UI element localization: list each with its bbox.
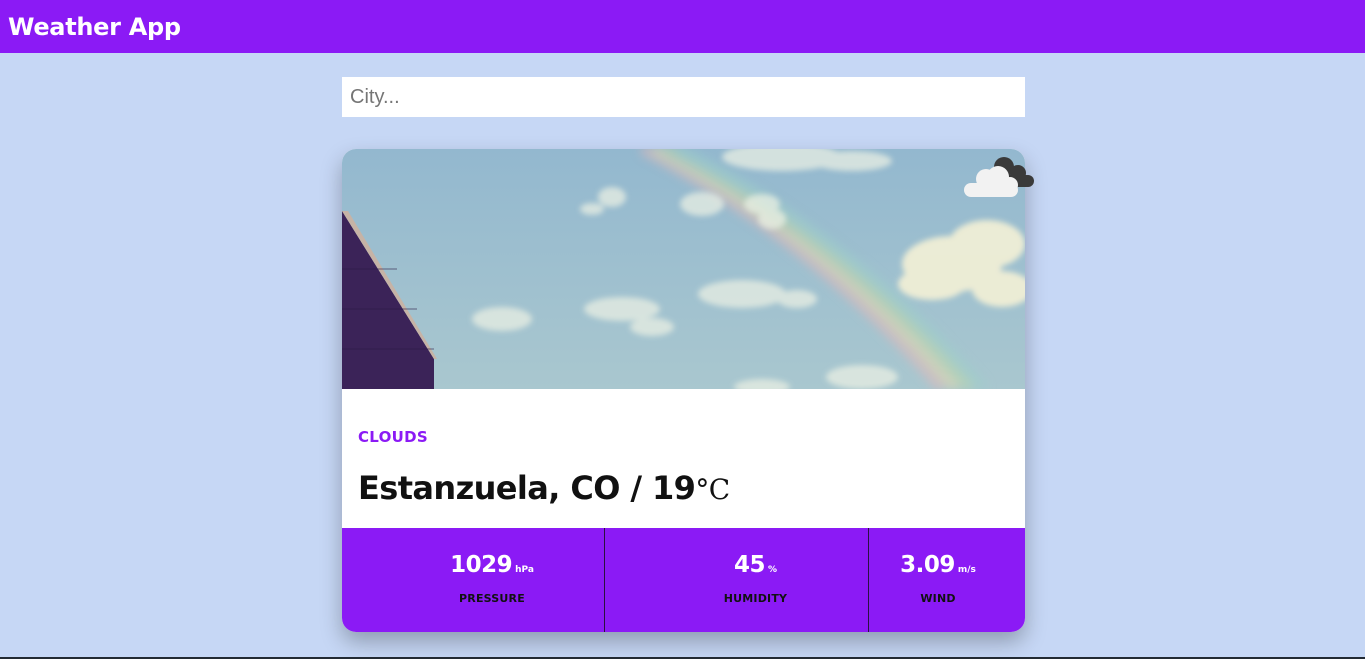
stat-wind: 3.09 m/s WIND [869,528,1025,632]
temperature-value: 19 [652,469,696,507]
pressure-label: PRESSURE [459,592,525,605]
stat-humidity: 45 % HUMIDITY [605,528,869,632]
separator: / [619,469,653,507]
pressure-value: 1029 [450,552,513,578]
wind-label: WIND [920,592,956,605]
temperature-unit: °C [695,473,730,506]
city-search-input[interactable] [342,77,1025,117]
weather-card: CLOUDS Estanzuela, CO / 19°C 1029 hPa PR… [342,149,1034,632]
app-title: Weather App [8,12,181,41]
location-temperature: Estanzuela, CO / 19°C [358,469,730,507]
pressure-unit: hPa [515,565,534,575]
clouds-icon [964,157,1034,197]
top-bar: Weather App [0,0,1365,53]
weather-info: CLOUDS Estanzuela, CO / 19°C [342,389,1025,528]
weather-condition: CLOUDS [358,428,429,446]
humidity-unit: % [767,565,778,575]
stat-pressure: 1029 hPa PRESSURE [342,528,605,632]
humidity-label: HUMIDITY [723,592,788,605]
wind-unit: m/s [957,565,976,575]
city-name: Estanzuela, CO [358,469,620,507]
weather-stats: 1029 hPa PRESSURE 45 % HUMIDITY 3.09 m/s… [342,528,1025,632]
wind-value: 3.09 [900,552,955,578]
humidity-value: 45 [733,552,766,578]
sky-photo [342,149,1025,389]
